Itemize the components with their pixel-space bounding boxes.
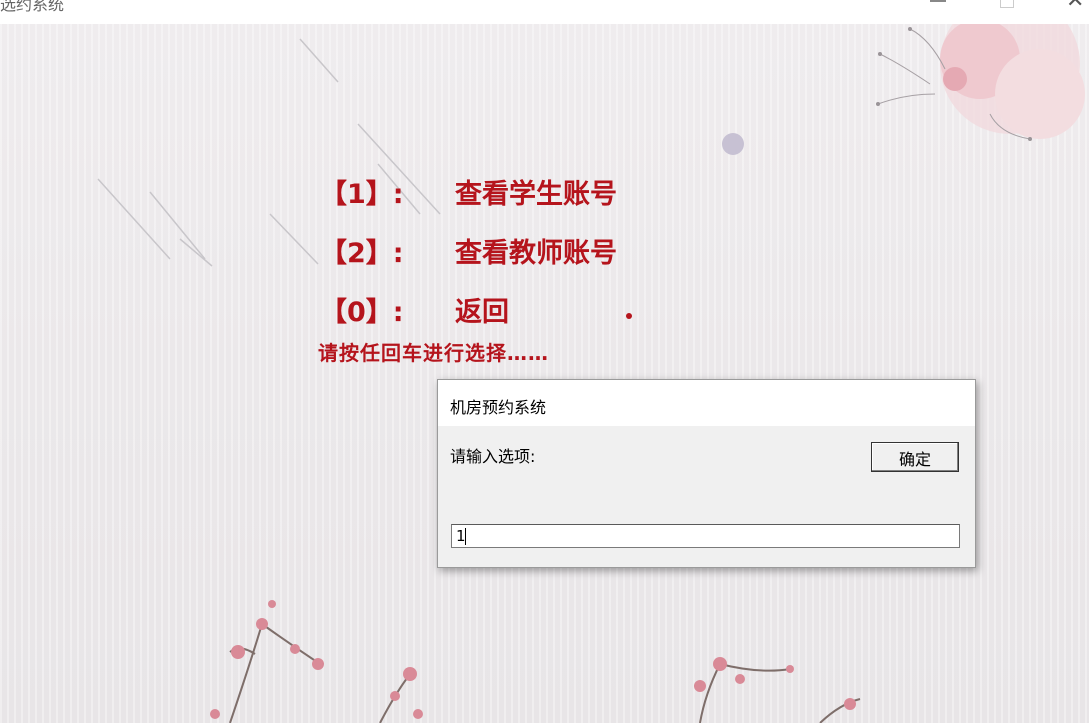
- menu-item-label: 查看学生账号: [455, 179, 617, 210]
- menu-item-key: 【1】:: [320, 179, 404, 210]
- menu-item-key: 【2】:: [320, 238, 404, 269]
- input-dialog: 机房预约系统 请输入选项: 确定: [437, 379, 976, 568]
- dialog-header: 机房预约系统: [438, 380, 975, 426]
- close-icon[interactable]: ✕: [1066, 0, 1084, 13]
- ok-button[interactable]: 确定: [871, 442, 959, 472]
- minimize-icon[interactable]: [930, 0, 946, 2]
- background-decoration: [97, 24, 1085, 723]
- menu-item-label: 返回: [455, 297, 509, 328]
- text-caret: [465, 528, 466, 545]
- window-titlebar: 选约系统 ✕: [0, 0, 1089, 24]
- menu-item-key: 【0】:: [320, 297, 404, 328]
- background-canvas: 【1】: 查看学生账号 【2】: 查看教师账号 【0】: 返回: [0, 24, 1089, 723]
- selection-prompt: 请按任回车进行选择……: [318, 341, 549, 365]
- dialog-prompt-label: 请输入选项:: [450, 447, 536, 466]
- option-input[interactable]: [451, 524, 960, 548]
- menu-item-label: 查看教师账号: [455, 238, 617, 269]
- maximize-icon[interactable]: [1000, 0, 1014, 8]
- window-title: 选约系统: [0, 0, 65, 14]
- ok-button-label: 确定: [898, 450, 931, 469]
- dialog-title: 机房预约系统: [450, 398, 547, 417]
